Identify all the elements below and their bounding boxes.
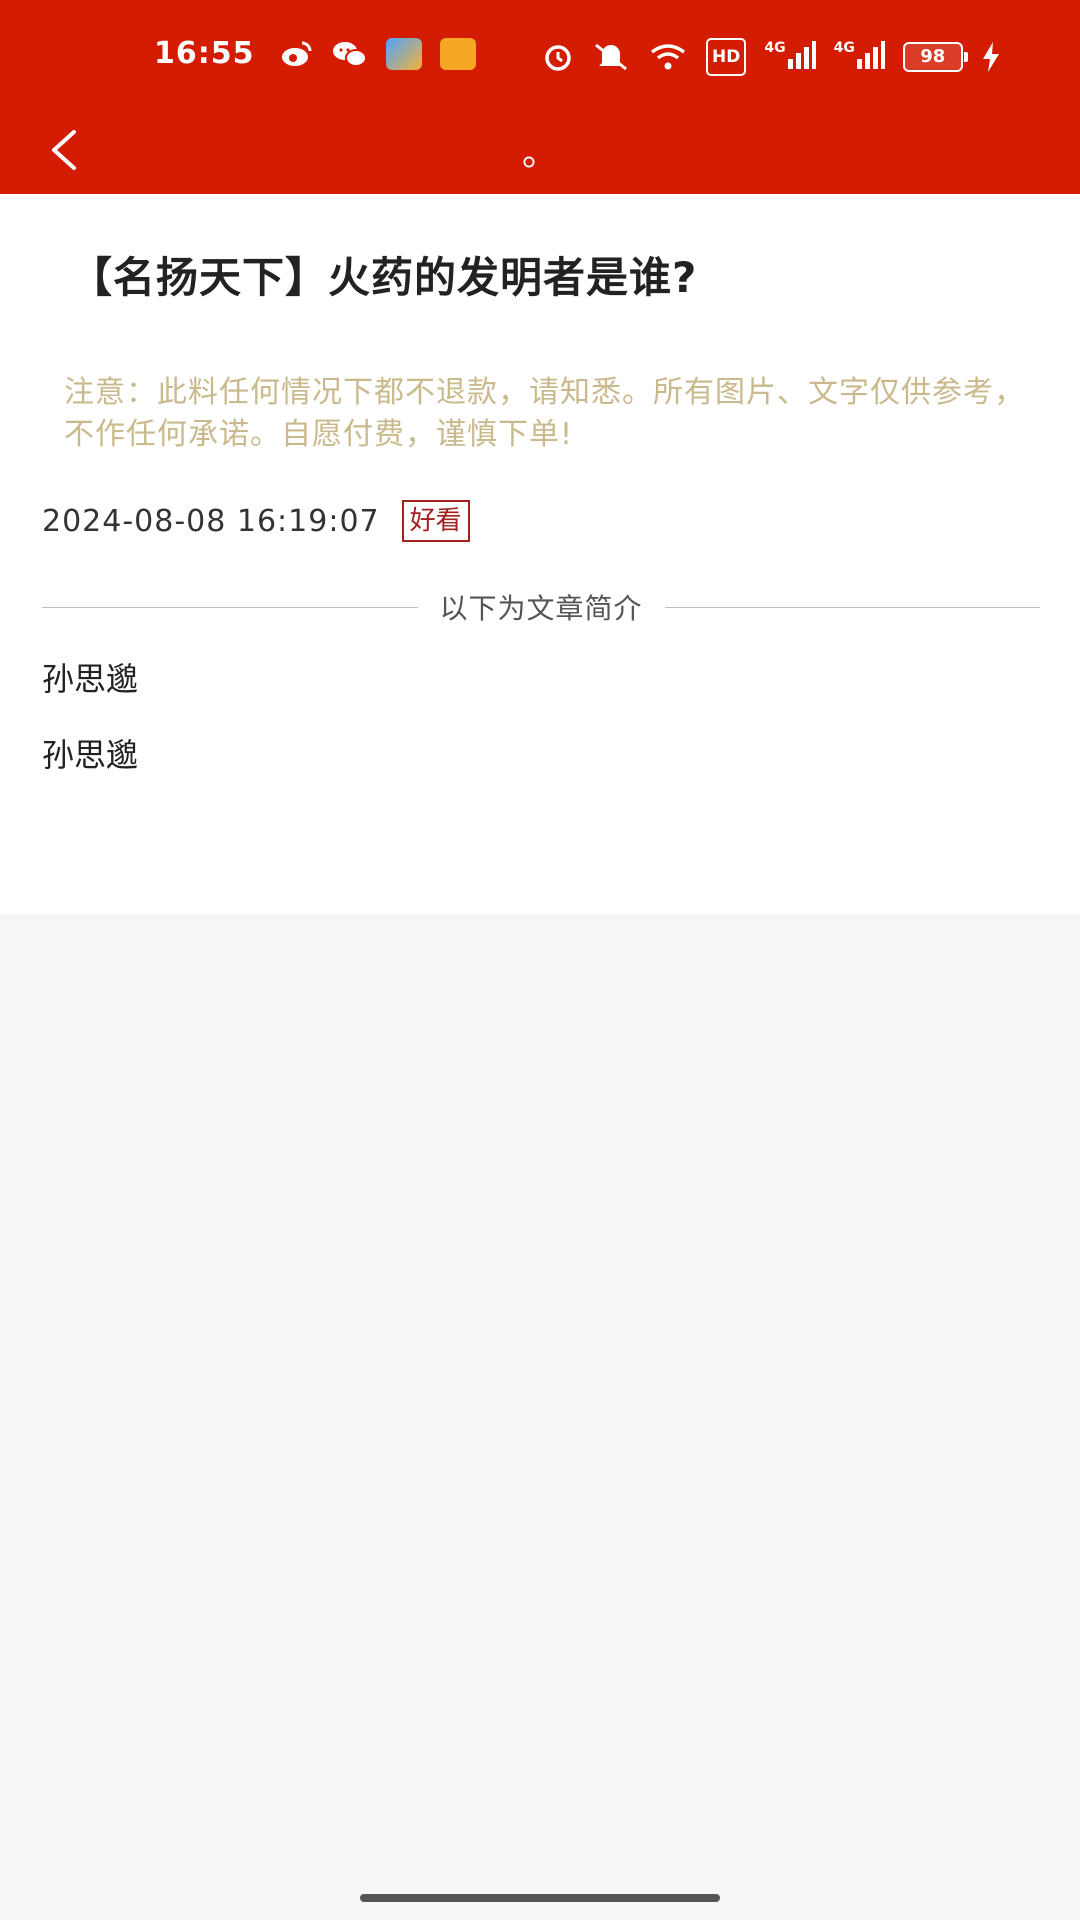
tag-badge[interactable]: 好看: [401, 500, 470, 542]
hd-icon: HD: [706, 38, 747, 76]
summary-divider: 以下为文章简介: [42, 590, 1041, 625]
article-card: 【名扬天下】火药的发明者是谁? 注意：此料任何情况下都不退款，请知悉。所有图片、…: [0, 194, 1080, 914]
divider-label: 以下为文章简介: [439, 592, 643, 625]
wechat-icon: [332, 38, 368, 70]
battery-level: 98: [920, 46, 946, 67]
charging-icon: [981, 41, 1001, 73]
weibo-icon: [280, 38, 314, 70]
divider-line: [42, 606, 418, 608]
system-icons: HD 4G 4G 98: [542, 38, 1001, 76]
article-title: 【名扬天下】火药的发明者是谁?: [70, 253, 698, 302]
notice-text: 注意：此料任何情况下都不退款，请知悉。所有图片、文字仅供参考，不作任何承诺。自愿…: [64, 375, 1025, 452]
battery-icon: 98: [902, 42, 968, 72]
alarm-icon: [542, 41, 574, 73]
summary-line: 孙思邈: [42, 736, 139, 774]
notification-icons: [280, 38, 476, 70]
signal-icon: 4G: [834, 41, 885, 73]
meta-row: 2024-08-08 16:19:07 好看: [42, 500, 470, 542]
mute-icon: [592, 41, 630, 73]
status-time: 16:55: [154, 36, 255, 71]
status-bar: 16:55 HD 4G 4G 98: [0, 0, 1080, 110]
nav-title: 。: [521, 133, 558, 174]
signal-icon: 4G: [764, 40, 816, 73]
app-header: 16:55 HD 4G 4G 98 。: [0, 0, 1080, 194]
wifi-icon: [648, 41, 688, 73]
signal-label: 4G: [764, 40, 786, 56]
app-blue-icon: [386, 38, 422, 70]
app-orange-icon: [440, 38, 476, 70]
nav-bar: 。: [0, 110, 1080, 194]
summary-line: 孙思邈: [42, 660, 139, 698]
signal-label: 4G: [833, 40, 855, 56]
home-indicator[interactable]: [360, 1894, 720, 1902]
publish-time: 2024-08-08 16:19:07: [42, 503, 380, 539]
divider-line: [664, 606, 1041, 608]
